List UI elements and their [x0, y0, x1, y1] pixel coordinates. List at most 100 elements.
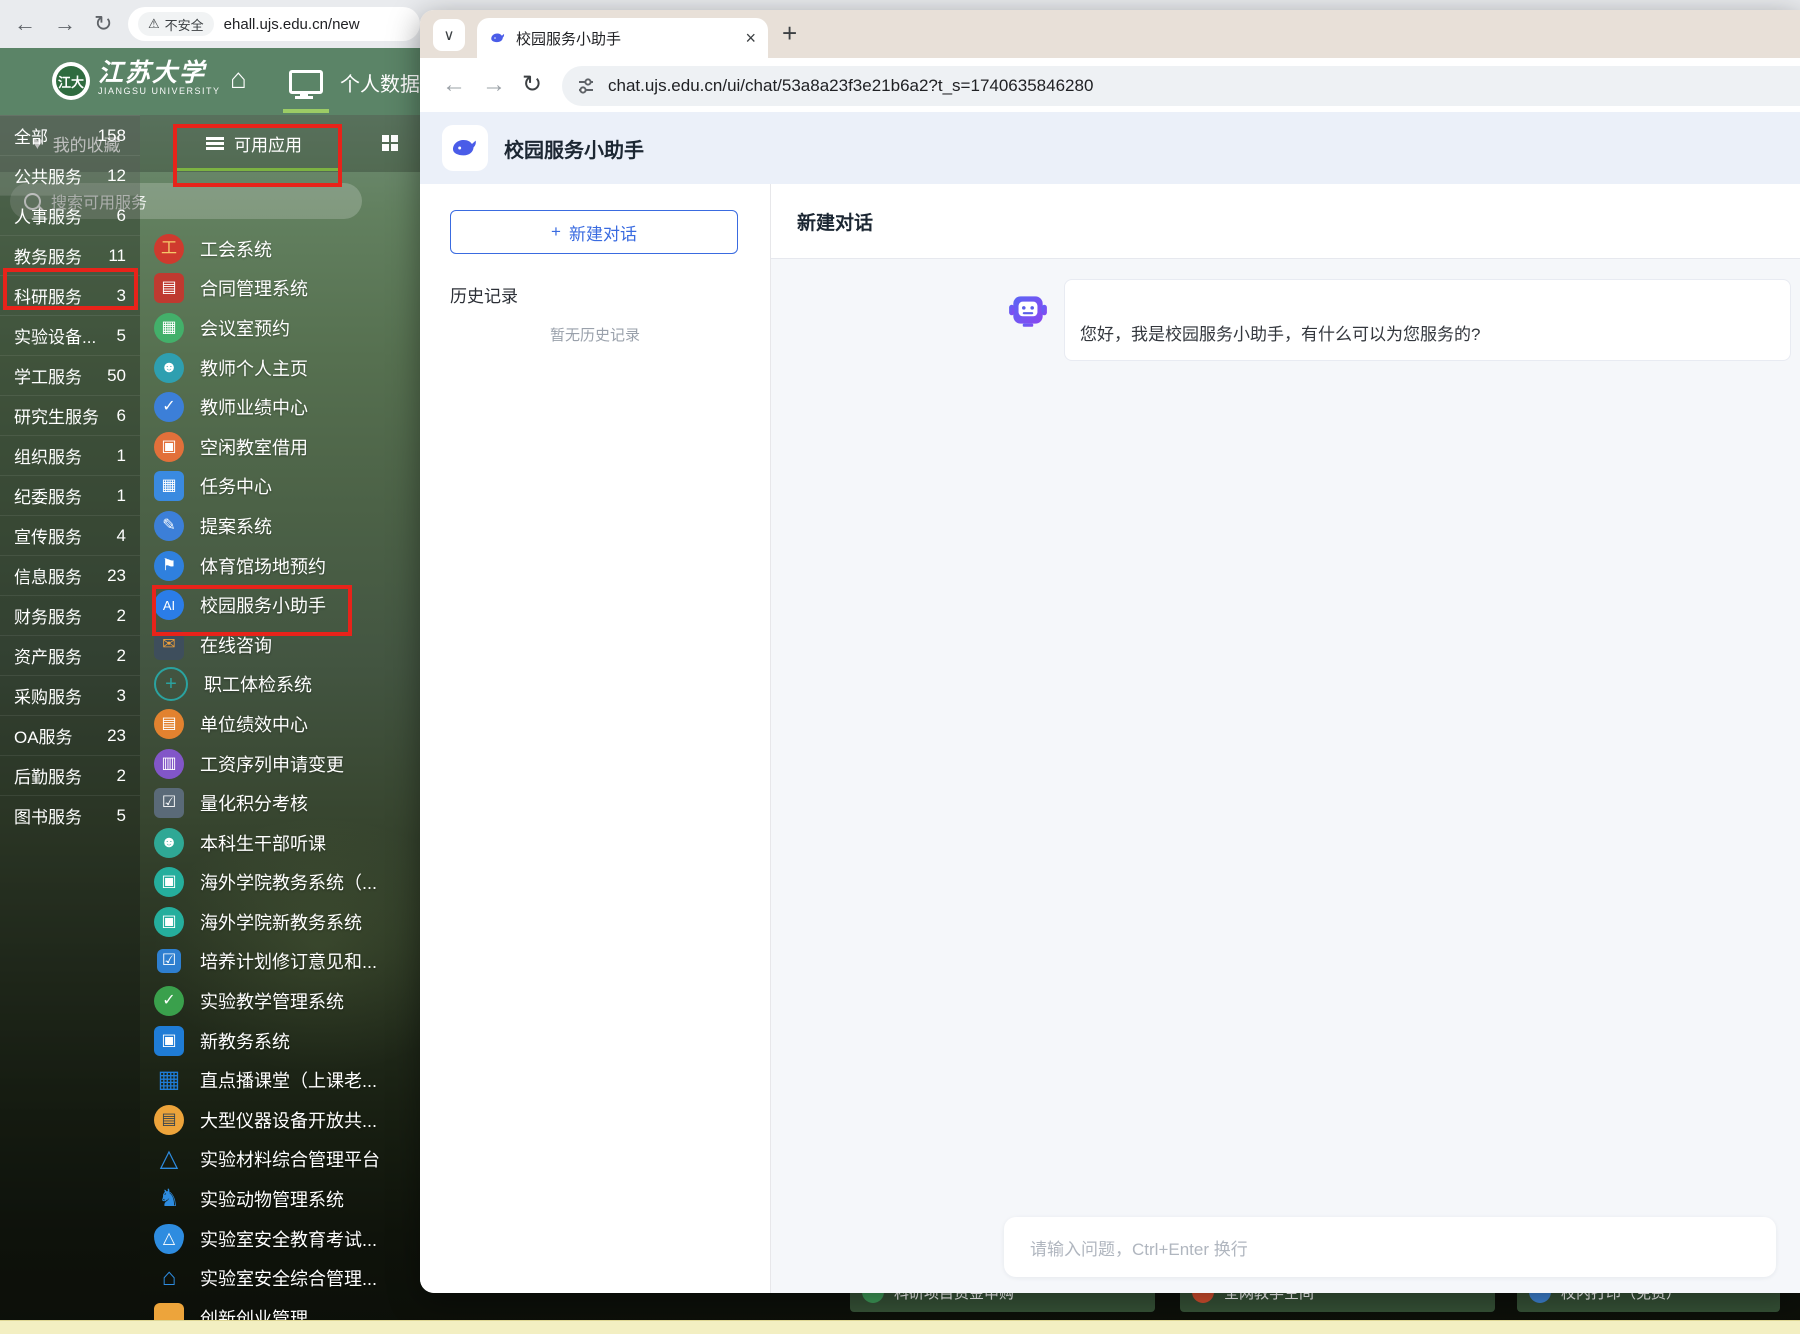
address-bar[interactable]: ⚠ 不安全 ehall.ujs.edu.cn/new	[128, 7, 420, 41]
category-item[interactable]: 组织服务1	[0, 435, 140, 475]
app-list-item[interactable]: ✓实验教学管理系统	[140, 981, 420, 1021]
app-list-item[interactable]: ▦会议室预约	[140, 308, 420, 348]
app-list-item[interactable]: ▣空闲教室借用	[140, 427, 420, 467]
chat-browser-tab[interactable]: 校园服务小助手 ×	[477, 18, 768, 58]
app-label: 实验教学管理系统	[200, 988, 344, 1014]
app-list-item[interactable]: ▤大型仪器设备开放共...	[140, 1100, 420, 1140]
chat-toolbar: ← → ↻ chat.ujs.edu.cn/ui/chat/53a8a23f3e…	[420, 58, 1800, 112]
lab-safety-mgmt-icon: ⌂	[154, 1263, 184, 1293]
app-list-item[interactable]: ☑量化积分考核	[140, 783, 420, 823]
assistant-title: 校园服务小助手	[504, 134, 644, 163]
category-item[interactable]: 财务服务 2	[0, 595, 140, 635]
app-label: 海外学院教务系统（...	[200, 869, 377, 895]
chat-input[interactable]: 请输入问题，Ctrl+Enter 换行	[1004, 1217, 1776, 1277]
category-label: 教务服务	[14, 243, 82, 268]
category-item[interactable]: 采购服务3	[0, 675, 140, 715]
category-label: 实验设备...	[14, 323, 96, 348]
category-label: 学工服务	[14, 363, 82, 388]
quantified-score-icon: ☑	[154, 788, 184, 818]
category-label: 组织服务	[14, 443, 82, 468]
category-label: 图书服务	[14, 803, 82, 828]
app-list-item[interactable]: ▣新教务系统	[140, 1021, 420, 1061]
app-list-item[interactable]: ▥ 工资序列申请变更	[140, 744, 420, 784]
app-list-item[interactable]: ☑培养计划修订意见和...	[140, 942, 420, 982]
app-label: 教师个人主页	[200, 355, 308, 381]
category-item[interactable]: 图书服务5	[0, 795, 140, 835]
app-list-item[interactable]: ♞实验动物管理系统	[140, 1179, 420, 1219]
salary-change-icon: ▥	[154, 749, 184, 779]
labor-union-icon: 工	[154, 234, 184, 264]
category-list: 全部158公共服务12人事服务6教务服务11科研服务3实验设备...5学工服务5…	[0, 115, 140, 835]
back-icon[interactable]: ←	[14, 9, 36, 39]
category-item[interactable]: 纪委服务1	[0, 475, 140, 515]
university-logo-icon[interactable]: 江大	[52, 62, 90, 100]
app-label: 提案系统	[200, 513, 272, 539]
app-list-item[interactable]: △实验材料综合管理平台	[140, 1140, 420, 1180]
new-chat-button[interactable]: + 新建对话	[450, 210, 738, 254]
category-item[interactable]: 后勤服务2	[0, 755, 140, 795]
category-item[interactable]: 全部158	[0, 115, 140, 155]
app-list-item[interactable]: ▦任务中心	[140, 467, 420, 507]
conversation-sidebar: + 新建对话 历史记录 暂无历史记录	[420, 184, 771, 1293]
tab-close-icon[interactable]: ×	[745, 28, 756, 49]
category-item[interactable]: 学工服务50	[0, 355, 140, 395]
category-item[interactable]: 信息服务23	[0, 555, 140, 595]
forward-icon[interactable]: →	[482, 70, 506, 100]
desktop-icon[interactable]	[289, 70, 323, 94]
app-label: 会议室预约	[200, 315, 290, 341]
category-count: 12	[107, 166, 126, 186]
category-label: OA服务	[14, 723, 73, 748]
security-label: 不安全	[165, 15, 204, 34]
proposal-system-icon: ✎	[154, 511, 184, 541]
category-item[interactable]: OA服务23	[0, 715, 140, 755]
category-item[interactable]: 公共服务12	[0, 155, 140, 195]
app-list-item[interactable]: ☻ 本科生干部听课	[140, 823, 420, 863]
app-label: 实验材料综合管理平台	[200, 1146, 380, 1172]
category-item[interactable]: 资产服务2	[0, 635, 140, 675]
category-item[interactable]: 实验设备...5	[0, 315, 140, 355]
app-list-item[interactable]: ▤合同管理系统	[140, 269, 420, 309]
reload-icon[interactable]: ↻	[522, 70, 542, 100]
app-list-item[interactable]: ▤单位绩效中心	[140, 704, 420, 744]
task-center-icon: ▦	[154, 471, 184, 501]
app-label: 本科生干部听课	[200, 830, 326, 856]
category-count: 1	[117, 486, 126, 506]
app-list-item[interactable]: 工工会系统	[140, 229, 420, 269]
category-label: 宣传服务	[14, 523, 82, 548]
app-label: 工资序列申请变更	[200, 751, 344, 777]
forward-icon[interactable]: →	[54, 9, 76, 39]
app-list-item[interactable]: ✎ 提案系统	[140, 506, 420, 546]
app-list-item[interactable]: ☻教师个人主页	[140, 348, 420, 388]
undergrad-cadre-icon: ☻	[154, 828, 184, 858]
chat-body: + 新建对话 历史记录 暂无历史记录 新建对话	[420, 184, 1800, 1293]
category-count: 3	[117, 686, 126, 706]
grid-view-icon[interactable]	[382, 135, 389, 142]
category-item[interactable]: 人事服务 6	[0, 195, 140, 235]
app-list-item[interactable]: △实验室安全教育考试...	[140, 1219, 420, 1259]
category-count: 2	[117, 606, 126, 626]
security-chip[interactable]: ⚠ 不安全	[138, 12, 214, 36]
reload-icon[interactable]: ↻	[94, 9, 112, 39]
category-item[interactable]: 研究生服务6	[0, 395, 140, 435]
new-tab-icon[interactable]: +	[782, 18, 797, 49]
category-item[interactable]: 宣传服务4	[0, 515, 140, 555]
tab-search-chevron-button[interactable]: ∨	[433, 19, 465, 51]
app-list-item[interactable]: ✓教师业绩中心	[140, 387, 420, 427]
nav-personal-data[interactable]: 个人数据	[340, 68, 420, 97]
category-label: 财务服务	[14, 603, 82, 628]
category-count: 6	[117, 206, 126, 226]
app-list-item[interactable]: ⌂实验室安全综合管理...	[140, 1258, 420, 1298]
chat-address-bar[interactable]: chat.ujs.edu.cn/ui/chat/53a8a23f3e21b6a2…	[562, 66, 1800, 106]
app-list-item[interactable]: +职工体检系统	[140, 665, 420, 705]
category-label: 人事服务	[14, 203, 82, 228]
app-list-item[interactable]: ▣海外学院新教务系统	[140, 902, 420, 942]
staff-checkup-icon: +	[154, 667, 188, 701]
tune-icon[interactable]	[576, 76, 596, 96]
chevron-down-icon: ∨	[444, 26, 455, 44]
app-list-item[interactable]: ▣ 海外学院教务系统（...	[140, 863, 420, 903]
app-list-item[interactable]: ▦直点播课堂（上课老...	[140, 1060, 420, 1100]
home-icon[interactable]: ⌂	[230, 63, 247, 95]
overseas-edu-system-icon: ▣	[154, 867, 184, 897]
app-list-item[interactable]: ⚑体育馆场地预约	[140, 546, 420, 586]
back-icon[interactable]: ←	[442, 70, 466, 100]
